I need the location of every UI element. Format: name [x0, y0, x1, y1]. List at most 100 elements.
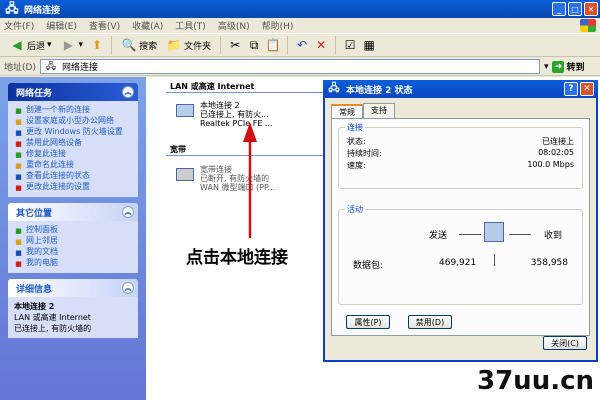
panel-title: 其它位置 — [16, 208, 53, 219]
watermark: 37uu.cn — [477, 366, 594, 396]
menu-help[interactable]: 帮助(H) — [262, 19, 294, 32]
network-task-item-0[interactable]: ■ 创建一个新的连接 — [14, 105, 132, 115]
address-label: 地址(D) — [4, 63, 36, 73]
address-input[interactable]: 🖧 网络连接 — [39, 59, 540, 74]
search-button[interactable]: 🔍 搜索 — [118, 35, 160, 55]
other-place-item-2[interactable]: ■ 我的文档 — [14, 247, 132, 257]
back-button[interactable]: ◀ 后退 ▾ — [6, 35, 55, 55]
delete-icon[interactable]: ✕ — [313, 37, 329, 53]
dialog-close-button[interactable]: ✕ — [580, 82, 594, 96]
menu-favorites[interactable]: 收藏(A) — [132, 19, 163, 32]
network-connection-icon — [174, 101, 196, 127]
cut-icon[interactable]: ✂ — [227, 37, 243, 53]
divider — [494, 254, 495, 266]
back-label: 后退 — [27, 41, 46, 52]
maximize-button[interactable]: □ — [568, 2, 582, 16]
home-network-icon: ■ — [15, 117, 22, 126]
activity-computers-icon — [484, 222, 504, 242]
views-icon[interactable]: ▦ — [361, 37, 377, 53]
collapse-icon[interactable]: ︽ — [122, 282, 134, 294]
task-pane: 网络任务 ︽ ■ 创建一个新的连接 ■ 设置家庭或小型办公网络 ■ 更改 Windows … — [0, 77, 146, 400]
other-place-item-3[interactable]: ■ 我的电脑 — [14, 258, 132, 268]
menu-edit[interactable]: 编辑(E) — [46, 19, 77, 32]
task-label: 创建一个新的连接 — [26, 105, 90, 114]
task-label: 修复此连接 — [26, 149, 66, 158]
search-icon: 🔍 — [121, 38, 137, 52]
disable-button[interactable]: 禁用(D) — [408, 315, 452, 329]
activity-group: 活动 发送 收到 数据包: 469,921 358,958 — [338, 204, 583, 305]
repair-icon: ■ — [15, 150, 22, 159]
new-connection-icon: ■ — [15, 106, 22, 115]
network-task-item-2[interactable]: ■ 更改 Windows 防火墙设置 — [14, 127, 132, 137]
forward-button[interactable]: ▶ ▾ — [58, 35, 87, 55]
minimize-button[interactable]: _ — [552, 2, 566, 16]
broadband-connection-icon — [174, 165, 196, 191]
chevron-down-icon: ▾ — [47, 40, 52, 50]
title-bar: 🖧 网络连接 _ □ ✕ — [0, 0, 600, 18]
properties-icon[interactable]: ☑ — [342, 37, 358, 53]
sent-label: 发送 — [429, 231, 448, 241]
annotation-text: 点击本地连接 — [186, 248, 288, 268]
folders-icon: 📁 — [166, 38, 182, 52]
menu-file[interactable]: 文件(F) — [4, 19, 34, 32]
task-label: 控制面板 — [26, 225, 58, 234]
network-task-item-6[interactable]: ■ 查看此连接的状态 — [14, 171, 132, 181]
speed-label: 速度: — [347, 161, 366, 170]
chevron-down-icon[interactable]: ▾ — [544, 62, 549, 72]
packets-sent: 469,921 — [439, 258, 477, 268]
task-label: 设置家庭或小型办公网络 — [26, 116, 114, 125]
tab-general[interactable]: 常规 — [331, 104, 363, 119]
collapse-icon[interactable]: ︽ — [122, 86, 134, 98]
properties-button[interactable]: 属性(P) — [346, 315, 390, 329]
network-tasks-header[interactable]: 网络任务 ︽ — [8, 83, 138, 101]
copy-icon[interactable]: ⧉ — [246, 37, 262, 53]
close-button[interactable]: 关闭(C) — [543, 336, 587, 350]
connection-group: 连接 状态: 已连接上 持续时间: 08:02:05 速度: 100.0 Mbps — [338, 122, 583, 189]
packets-received: 358,958 — [530, 258, 568, 268]
other-place-item-1[interactable]: ■ 网上邻居 — [14, 236, 132, 246]
duration-value: 08:02:05 — [538, 148, 574, 157]
network-task-item-7[interactable]: ■ 更改此连接的设置 — [14, 182, 132, 192]
task-label: 我的文档 — [26, 247, 58, 256]
folders-label: 文件夹 — [184, 41, 212, 52]
connection-name: 宽带连接 — [200, 165, 232, 174]
go-button[interactable]: ➜ 转到 — [552, 60, 585, 73]
task-label: 查看此连接的状态 — [26, 171, 90, 180]
other-places-header[interactable]: 其它位置 ︽ — [8, 203, 138, 221]
network-task-item-4[interactable]: ■ 修复此连接 — [14, 149, 132, 159]
details-header[interactable]: 详细信息 ︽ — [8, 279, 138, 297]
tab-support[interactable]: 支持 — [363, 103, 395, 118]
panel-title: 网络任务 — [16, 88, 53, 99]
dialog-tabs: 常规 支持 — [331, 103, 596, 119]
network-task-item-3[interactable]: ■ 禁用此网络设备 — [14, 138, 132, 148]
control-panel-icon: ■ — [15, 226, 22, 235]
go-arrow-icon: ➜ — [552, 60, 565, 73]
detail-type: LAN 或高速 Internet — [14, 313, 91, 322]
connection-device: WAN 微型端口 (PP... — [200, 183, 276, 192]
annotation-arrow-icon — [243, 122, 257, 238]
group-header-lan: LAN 或高速 Internet — [170, 82, 255, 91]
divider — [220, 36, 222, 54]
folders-button[interactable]: 📁 文件夹 — [163, 35, 214, 55]
task-label: 禁用此网络设备 — [26, 138, 82, 147]
help-button[interactable]: ? — [564, 82, 578, 96]
detail-status: 已连接上, 有防火墙的 — [14, 324, 92, 333]
network-task-item-1[interactable]: ■ 设置家庭或小型办公网络 — [14, 116, 132, 126]
close-window-button[interactable]: ✕ — [584, 2, 598, 16]
packets-label: 数据包: — [353, 261, 384, 271]
connection-status: 已断开, 有防火墙的 — [200, 174, 270, 183]
menu-advanced[interactable]: 高级(N) — [218, 19, 250, 32]
network-folder-icon: 🖧 — [5, 0, 19, 15]
settings-icon: ■ — [15, 183, 22, 192]
network-task-item-5[interactable]: ■ 重命名此连接 — [14, 160, 132, 170]
undo-icon[interactable]: ↶ — [294, 37, 310, 53]
network-folder-icon: 🖧 — [45, 61, 56, 72]
other-place-item-0[interactable]: ■ 控制面板 — [14, 225, 132, 235]
paste-icon[interactable]: 📋 — [265, 37, 281, 53]
network-connection-icon: 🖧 — [328, 82, 340, 94]
divider — [509, 234, 531, 235]
menu-tools[interactable]: 工具(T) — [175, 19, 206, 32]
collapse-icon[interactable]: ︽ — [122, 206, 134, 218]
menu-view[interactable]: 查看(V) — [89, 19, 120, 32]
up-folder-icon[interactable]: ⬆ — [89, 37, 105, 53]
